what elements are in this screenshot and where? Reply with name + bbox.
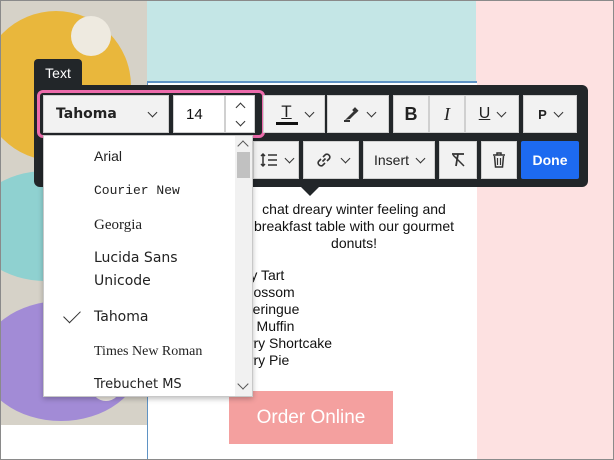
list-item: Meringue xyxy=(241,301,300,317)
editor-canvas: chat dreary winter feeling and breakfast… xyxy=(0,0,614,460)
list-item: Blossom xyxy=(241,284,295,300)
underline-button[interactable]: U xyxy=(465,95,519,133)
font-family-value: Tahoma xyxy=(56,106,117,122)
font-family-dropdown: Arial Courier New Georgia Lucida Sans Un… xyxy=(43,135,253,397)
chevron-down-icon xyxy=(147,107,158,117)
chevron-down-icon xyxy=(553,107,564,117)
clear-format-icon xyxy=(452,153,465,167)
body-line: breakfast table with our gourmet xyxy=(254,218,454,234)
list-item: ry Muffin xyxy=(241,318,295,334)
scroll-down-icon[interactable] xyxy=(237,378,249,390)
insert-label: Insert xyxy=(373,152,409,168)
font-option-georgia[interactable]: Georgia xyxy=(44,214,236,237)
font-option-lucida-sans-unicode[interactable]: Lucida Sans Unicode xyxy=(44,247,204,293)
font-option-courier-new[interactable]: Courier New xyxy=(44,179,236,202)
side-band xyxy=(476,1,613,459)
chevron-down-icon xyxy=(340,153,350,163)
chevron-down-icon xyxy=(235,116,245,126)
insert-button[interactable]: Insert xyxy=(363,141,435,179)
trash-icon xyxy=(493,152,505,168)
chevron-down-icon xyxy=(496,107,507,117)
scrollbar-thumb[interactable] xyxy=(237,152,250,178)
list-item: erry Shortcake xyxy=(241,335,333,351)
dropdown-scrollbar[interactable] xyxy=(235,136,252,396)
font-option-times-new-roman[interactable]: Times New Roman xyxy=(44,340,236,363)
header-band xyxy=(147,1,477,81)
chevron-up-icon xyxy=(235,102,245,112)
font-size-stepper[interactable] xyxy=(225,95,255,133)
font-option-trebuchet-ms[interactable]: Trebuchet MS xyxy=(44,373,236,396)
font-option-tahoma[interactable]: Tahoma xyxy=(44,306,236,329)
body-line: chat dreary winter feeling and xyxy=(262,201,446,217)
body-line: donuts! xyxy=(331,235,377,251)
toolbar-label: Text xyxy=(34,59,82,87)
product-list[interactable]: rry Tart Blossom Meringue ry Muffin erry… xyxy=(241,267,332,369)
link-icon xyxy=(316,153,331,167)
text-color-button[interactable]: T xyxy=(263,95,325,133)
highlighter-icon xyxy=(343,107,359,122)
paragraph-label: P xyxy=(538,106,547,122)
bold-button[interactable]: B xyxy=(393,95,429,133)
italic-button[interactable]: I xyxy=(429,95,465,133)
text-color-icon: T xyxy=(275,103,298,125)
chevron-down-icon xyxy=(415,153,426,163)
chevron-down-icon xyxy=(366,107,376,117)
delete-button[interactable] xyxy=(481,141,517,179)
paragraph-style-button[interactable]: P xyxy=(523,95,577,133)
scroll-up-icon[interactable] xyxy=(237,140,249,152)
clear-format-button[interactable] xyxy=(439,141,477,179)
order-online-button[interactable]: Order Online xyxy=(229,391,393,444)
list-item: erry Pie xyxy=(241,352,290,368)
email-body-text[interactable]: chat dreary winter feeling and breakfast… xyxy=(229,201,479,252)
chevron-down-icon xyxy=(304,107,314,117)
font-family-select[interactable]: Tahoma xyxy=(43,95,169,133)
font-size-input[interactable]: 14 xyxy=(173,95,225,133)
line-spacing-button[interactable] xyxy=(253,141,299,179)
increase-size-button[interactable] xyxy=(226,96,254,114)
decrease-size-button[interactable] xyxy=(226,114,254,132)
list-item: rry Tart xyxy=(241,267,285,283)
font-option-arial[interactable]: Arial xyxy=(44,145,236,168)
done-button[interactable]: Done xyxy=(521,141,579,179)
underline-icon: U xyxy=(478,105,491,122)
toolbar-pointer xyxy=(301,187,319,196)
link-button[interactable] xyxy=(303,141,359,179)
chevron-down-icon xyxy=(284,153,294,163)
highlight-color-button[interactable] xyxy=(327,95,389,133)
line-spacing-icon xyxy=(259,152,277,168)
